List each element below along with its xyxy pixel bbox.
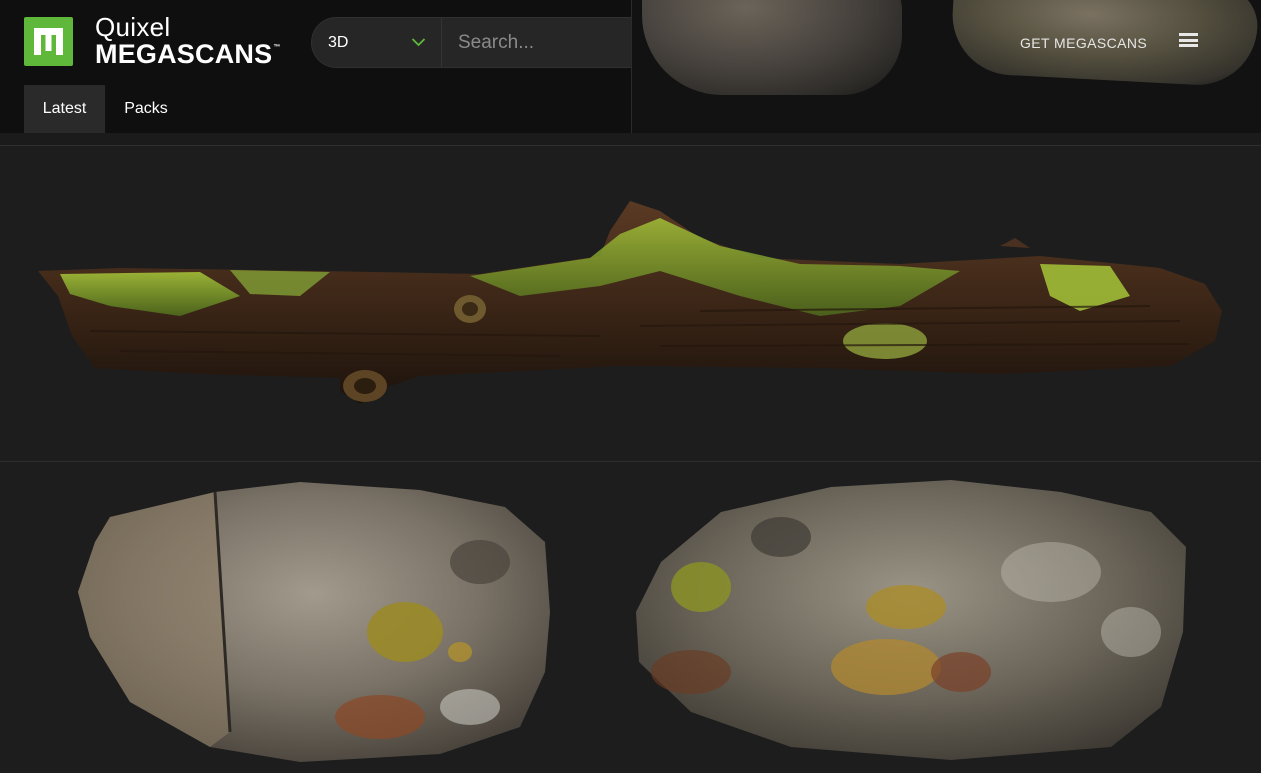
trademark-symbol: ™ (273, 44, 281, 51)
brand-line2: MEGASCANS™ (95, 39, 281, 69)
tab-packs[interactable]: Packs (105, 85, 187, 133)
header-divider (631, 0, 632, 145)
megascans-logo[interactable] (24, 17, 73, 66)
tab-latest[interactable]: Latest (24, 85, 105, 133)
brand-wordmark[interactable]: Quixel MEGASCANS™ (95, 14, 281, 68)
hamburger-menu-icon[interactable] (1179, 33, 1198, 47)
header-right (632, 0, 1261, 133)
rock-thumbnail (636, 480, 1186, 760)
rock-thumbnail (78, 482, 550, 762)
header-strip (0, 133, 1261, 145)
megascans-m-icon (34, 28, 63, 55)
chevron-down-icon (411, 38, 426, 47)
brand-line1: Quixel (95, 12, 171, 42)
get-megascans-link[interactable]: GET MEGASCANS (1020, 35, 1147, 51)
asset-row (0, 462, 1261, 773)
asset-type-select[interactable]: 3D (312, 18, 442, 67)
asset-type-value: 3D (328, 34, 349, 51)
rock-preview-fragment[interactable] (642, 0, 902, 95)
header-left: Quixel MEGASCANS™ 3D Latest Packs (0, 0, 758, 133)
mossy-log-thumbnail (38, 201, 1222, 404)
asset-row (0, 146, 1261, 461)
